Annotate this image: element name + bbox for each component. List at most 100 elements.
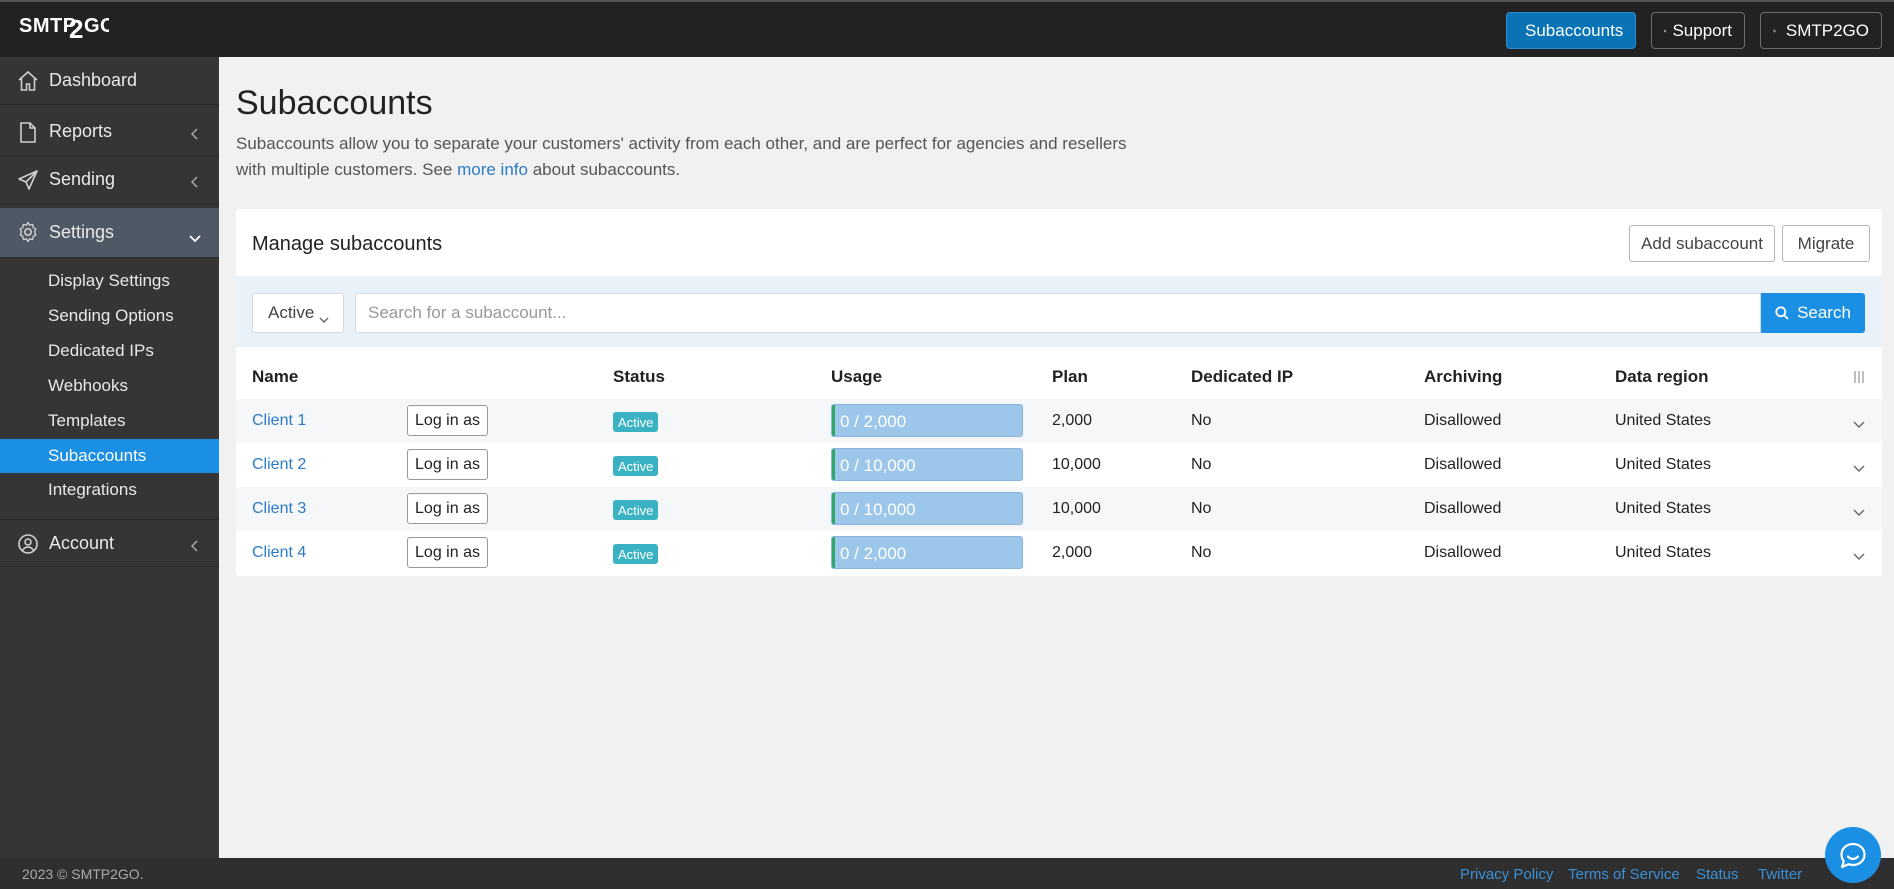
sidebar-item-label: Reports (49, 121, 113, 141)
logo-icon: SMTP 2 GO (19, 14, 109, 44)
column-header-status[interactable]: Status (613, 367, 665, 387)
intro-text: Subaccounts allow you to separate your c… (236, 131, 1136, 183)
subaccount-name-link[interactable]: Client 2 (252, 456, 306, 474)
archiving-value: Disallowed (1424, 544, 1502, 561)
sidebar-sub-dedicated-ips[interactable]: Dedicated IPs (0, 334, 219, 368)
sidebar: Dashboard Reports Sending Settings Displ… (0, 57, 219, 858)
subaccount-name-link[interactable]: Client 3 (252, 500, 306, 518)
user-circle-icon (17, 533, 39, 560)
subaccount-name-link[interactable]: Client 1 (252, 412, 306, 430)
chevron-down-icon[interactable] (1853, 546, 1865, 566)
search-icon (1775, 306, 1789, 320)
support-label: Support (1672, 20, 1732, 40)
status-filter-select[interactable]: Active (252, 293, 344, 333)
chevron-down-icon[interactable] (1853, 414, 1865, 434)
chevron-down-icon (189, 227, 201, 248)
data-region-value: United States (1615, 500, 1712, 517)
terms-of-service-link[interactable]: Terms of Service (1568, 866, 1680, 883)
log-in-as-button[interactable]: Log in as (407, 493, 488, 524)
page-title: Subaccounts (236, 84, 433, 122)
plan-value: 10,000 (1052, 500, 1101, 517)
table-row: Client 2 Log in as Active 0 / 10,000 10,… (236, 443, 1882, 487)
column-header-name[interactable]: Name (252, 367, 298, 387)
dedicated-ip-value: No (1191, 456, 1212, 473)
subaccount-search-input[interactable] (355, 293, 1761, 333)
plan-value: 10,000 (1052, 456, 1101, 473)
data-region-value: United States (1615, 412, 1712, 429)
chevron-down-icon (319, 309, 329, 329)
usage-bar-fill (832, 405, 835, 436)
usage-bar: 0 / 10,000 (831, 492, 1023, 525)
sidebar-item-label: Settings (49, 222, 115, 242)
usage-bar: 0 / 2,000 (831, 404, 1023, 437)
subaccount-name-link[interactable]: Client 4 (252, 544, 306, 562)
card-title: Manage subaccounts (252, 233, 443, 255)
sidebar-sub-display-settings[interactable]: Display Settings (0, 264, 219, 298)
usage-text: 0 / 2,000 (840, 544, 907, 563)
column-header-data-region[interactable]: Data region (1615, 367, 1709, 387)
column-header-archiving[interactable]: Archiving (1424, 367, 1502, 387)
chevron-down-icon[interactable] (1853, 502, 1865, 522)
manage-subaccounts-card: Manage subaccounts Add subaccount Migrat… (236, 209, 1882, 576)
plan-value: 2,000 (1052, 544, 1093, 561)
sidebar-item-label: Account (49, 532, 115, 553)
sidebar-item-dashboard[interactable]: Dashboard (0, 57, 219, 105)
svg-text:GO: GO (84, 15, 109, 37)
home-icon (17, 70, 39, 97)
usage-bar-fill (832, 493, 835, 524)
user-circle-icon (1773, 29, 1776, 32)
intro-text-before: Subaccounts allow you to separate your c… (236, 134, 1127, 179)
dedicated-ip-value: No (1191, 412, 1212, 429)
account-menu-button[interactable]: SMTP2GO (1760, 12, 1882, 49)
add-subaccount-button[interactable]: Add subaccount (1629, 225, 1775, 262)
status-badge: Active (613, 500, 659, 520)
table-row: Client 4 Log in as Active 0 / 2,000 2,00… (236, 531, 1882, 575)
sidebar-item-sending[interactable]: Sending (0, 156, 219, 204)
copyright-text: 2023 © SMTP2GO. (22, 866, 144, 882)
sidebar-sub-webhooks[interactable]: Webhooks (0, 369, 219, 403)
archiving-value: Disallowed (1424, 412, 1502, 429)
table-row: Client 1 Log in as Active 0 / 2,000 2,00… (236, 399, 1882, 443)
plan-value: 2,000 (1052, 412, 1093, 429)
column-toggle-icon[interactable] (1853, 369, 1865, 389)
subaccounts-nav-button[interactable]: Subaccounts (1506, 12, 1636, 49)
column-header-usage[interactable]: Usage (831, 367, 882, 387)
more-info-link[interactable]: more info (457, 160, 528, 179)
account-label: SMTP2GO (1785, 20, 1869, 40)
archiving-value: Disallowed (1424, 456, 1502, 473)
status-link[interactable]: Status (1696, 866, 1739, 883)
search-button-label: Search (1797, 303, 1851, 322)
chevron-left-icon (190, 172, 199, 193)
twitter-link[interactable]: Twitter (1758, 866, 1802, 883)
sidebar-sub-subaccounts[interactable]: Subaccounts (0, 439, 219, 473)
sidebar-item-reports[interactable]: Reports (0, 108, 219, 156)
dedicated-ip-value: No (1191, 500, 1212, 517)
intro-text-after: about subaccounts. (527, 160, 681, 179)
sidebar-item-account[interactable]: Account (0, 519, 219, 567)
log-in-as-button[interactable]: Log in as (407, 405, 488, 436)
log-in-as-button[interactable]: Log in as (407, 537, 488, 568)
status-badge: Active (613, 412, 659, 432)
filter-bar: Active Search (236, 276, 1882, 347)
chevron-left-icon (190, 536, 199, 557)
support-button[interactable]: Support (1651, 12, 1745, 49)
sidebar-sub-sending-options[interactable]: Sending Options (0, 299, 219, 333)
log-in-as-button[interactable]: Log in as (407, 449, 488, 480)
search-button[interactable]: Search (1761, 293, 1865, 333)
column-header-plan[interactable]: Plan (1052, 367, 1088, 387)
usage-bar: 0 / 2,000 (831, 536, 1023, 569)
column-header-dedicated-ip[interactable]: Dedicated IP (1191, 367, 1293, 387)
chevron-down-icon[interactable] (1853, 458, 1865, 478)
chat-widget-button[interactable] (1825, 827, 1881, 883)
top-bar: SMTP 2 GO Subaccounts Support SMTP2GO (0, 0, 1894, 57)
privacy-policy-link[interactable]: Privacy Policy (1460, 866, 1553, 883)
usage-bar: 0 / 10,000 (831, 448, 1023, 481)
sidebar-sub-integrations[interactable]: Integrations (0, 473, 219, 507)
migrate-button[interactable]: Migrate (1782, 225, 1870, 262)
data-region-value: United States (1615, 544, 1712, 561)
svg-text:SMTP: SMTP (19, 15, 77, 37)
sidebar-item-settings[interactable]: Settings (0, 208, 219, 258)
svg-text:2: 2 (69, 14, 84, 44)
status-filter-value: Active (268, 303, 315, 322)
sidebar-sub-templates[interactable]: Templates (0, 404, 219, 438)
